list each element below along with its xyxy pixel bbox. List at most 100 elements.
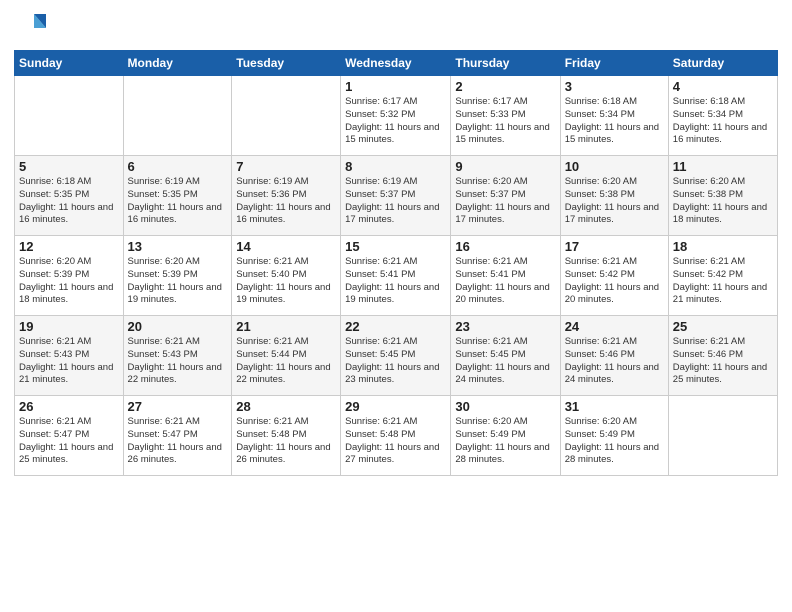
day-info: Sunrise: 6:21 AM Sunset: 5:44 PM Dayligh…	[236, 336, 336, 387]
day-number: 17	[565, 239, 664, 254]
calendar-cell: 14Sunrise: 6:21 AM Sunset: 5:40 PM Dayli…	[232, 236, 341, 316]
day-number: 27	[128, 399, 228, 414]
day-info: Sunrise: 6:18 AM Sunset: 5:34 PM Dayligh…	[673, 96, 773, 147]
calendar: SundayMondayTuesdayWednesdayThursdayFrid…	[14, 50, 778, 476]
day-number: 26	[19, 399, 119, 414]
calendar-cell	[123, 76, 232, 156]
calendar-cell	[15, 76, 124, 156]
day-info: Sunrise: 6:21 AM Sunset: 5:42 PM Dayligh…	[565, 256, 664, 307]
calendar-header-wednesday: Wednesday	[341, 51, 451, 76]
day-info: Sunrise: 6:21 AM Sunset: 5:48 PM Dayligh…	[236, 416, 336, 467]
day-info: Sunrise: 6:20 AM Sunset: 5:37 PM Dayligh…	[455, 176, 555, 227]
calendar-cell: 31Sunrise: 6:20 AM Sunset: 5:49 PM Dayli…	[560, 396, 668, 476]
day-info: Sunrise: 6:18 AM Sunset: 5:34 PM Dayligh…	[565, 96, 664, 147]
calendar-cell: 25 Sunrise: 6:21 AM Sunset: 5:46 PM Dayli…	[668, 316, 777, 396]
day-info: Sunrise: 6:21 AM Sunset: 5:47 PM Dayligh…	[19, 416, 119, 467]
day-number: 29	[345, 399, 446, 414]
calendar-cell: 9 Sunrise: 6:20 AM Sunset: 5:37 PM Daylig…	[451, 156, 560, 236]
day-number: 19	[19, 319, 119, 334]
calendar-cell: 13 Sunrise: 6:20 AM Sunset: 5:39 PM Dayli…	[123, 236, 232, 316]
calendar-cell: 12 Sunrise: 6:20 AM Sunset: 5:39 PM Dayli…	[15, 236, 124, 316]
day-number: 9	[455, 159, 555, 174]
day-number: 13	[128, 239, 228, 254]
day-info: Sunrise: 6:20 AM Sunset: 5:38 PM Dayligh…	[565, 176, 664, 227]
day-number: 7	[236, 159, 336, 174]
day-number: 3	[565, 79, 664, 94]
calendar-cell: 29 Sunrise: 6:21 AM Sunset: 5:48 PM Dayli…	[341, 396, 451, 476]
day-info: Sunrise: 6:20 AM Sunset: 5:39 PM Dayligh…	[128, 256, 228, 307]
day-number: 18	[673, 239, 773, 254]
calendar-cell: 22 Sunrise: 6:21 AM Sunset: 5:45 PM Dayli…	[341, 316, 451, 396]
day-number: 31	[565, 399, 664, 414]
day-number: 10	[565, 159, 664, 174]
day-info: Sunrise: 6:19 AM Sunset: 5:35 PM Dayligh…	[128, 176, 228, 227]
calendar-header-monday: Monday	[123, 51, 232, 76]
logo	[14, 10, 50, 42]
calendar-cell: 10 Sunrise: 6:20 AM Sunset: 5:38 PM Dayli…	[560, 156, 668, 236]
day-info: Sunrise: 6:17 AM Sunset: 5:32 PM Dayligh…	[345, 96, 446, 147]
day-info: Sunrise: 6:21 AM Sunset: 5:43 PM Dayligh…	[19, 336, 119, 387]
day-number: 20	[128, 319, 228, 334]
calendar-header-saturday: Saturday	[668, 51, 777, 76]
calendar-cell: 17 Sunrise: 6:21 AM Sunset: 5:42 PM Dayli…	[560, 236, 668, 316]
day-info: Sunrise: 6:21 AM Sunset: 5:43 PM Dayligh…	[128, 336, 228, 387]
calendar-header-sunday: Sunday	[15, 51, 124, 76]
day-number: 4	[673, 79, 773, 94]
day-info: Sunrise: 6:21 AM Sunset: 5:46 PM Dayligh…	[673, 336, 773, 387]
calendar-cell: 26 Sunrise: 6:21 AM Sunset: 5:47 PM Dayli…	[15, 396, 124, 476]
day-info: Sunrise: 6:21 AM Sunset: 5:48 PM Dayligh…	[345, 416, 446, 467]
calendar-week-row: 1Sunrise: 6:17 AM Sunset: 5:32 PM Daylig…	[15, 76, 778, 156]
day-info: Sunrise: 6:21 AM Sunset: 5:46 PM Dayligh…	[565, 336, 664, 387]
calendar-cell: 21 Sunrise: 6:21 AM Sunset: 5:44 PM Dayli…	[232, 316, 341, 396]
day-number: 5	[19, 159, 119, 174]
logo-icon	[14, 10, 46, 42]
calendar-cell: 27Sunrise: 6:21 AM Sunset: 5:47 PM Dayli…	[123, 396, 232, 476]
day-info: Sunrise: 6:21 AM Sunset: 5:45 PM Dayligh…	[455, 336, 555, 387]
day-info: Sunrise: 6:19 AM Sunset: 5:36 PM Dayligh…	[236, 176, 336, 227]
day-number: 2	[455, 79, 555, 94]
day-number: 15	[345, 239, 446, 254]
calendar-cell: 28 Sunrise: 6:21 AM Sunset: 5:48 PM Dayli…	[232, 396, 341, 476]
calendar-cell: 3 Sunrise: 6:18 AM Sunset: 5:34 PM Daylig…	[560, 76, 668, 156]
day-number: 16	[455, 239, 555, 254]
calendar-cell: 23Sunrise: 6:21 AM Sunset: 5:45 PM Dayli…	[451, 316, 560, 396]
day-info: Sunrise: 6:21 AM Sunset: 5:42 PM Dayligh…	[673, 256, 773, 307]
calendar-header-friday: Friday	[560, 51, 668, 76]
day-info: Sunrise: 6:20 AM Sunset: 5:38 PM Dayligh…	[673, 176, 773, 227]
calendar-cell: 2Sunrise: 6:17 AM Sunset: 5:33 PM Daylig…	[451, 76, 560, 156]
day-number: 30	[455, 399, 555, 414]
calendar-cell: 20 Sunrise: 6:21 AM Sunset: 5:43 PM Dayli…	[123, 316, 232, 396]
day-number: 28	[236, 399, 336, 414]
day-number: 21	[236, 319, 336, 334]
day-info: Sunrise: 6:21 AM Sunset: 5:45 PM Dayligh…	[345, 336, 446, 387]
calendar-cell: 1Sunrise: 6:17 AM Sunset: 5:32 PM Daylig…	[341, 76, 451, 156]
calendar-cell: 15 Sunrise: 6:21 AM Sunset: 5:41 PM Dayli…	[341, 236, 451, 316]
calendar-header-tuesday: Tuesday	[232, 51, 341, 76]
day-info: Sunrise: 6:19 AM Sunset: 5:37 PM Dayligh…	[345, 176, 446, 227]
calendar-cell: 11 Sunrise: 6:20 AM Sunset: 5:38 PM Dayli…	[668, 156, 777, 236]
day-info: Sunrise: 6:20 AM Sunset: 5:39 PM Dayligh…	[19, 256, 119, 307]
day-number: 6	[128, 159, 228, 174]
calendar-week-row: 19 Sunrise: 6:21 AM Sunset: 5:43 PM Dayli…	[15, 316, 778, 396]
calendar-cell: 7 Sunrise: 6:19 AM Sunset: 5:36 PM Daylig…	[232, 156, 341, 236]
calendar-cell: 19 Sunrise: 6:21 AM Sunset: 5:43 PM Dayli…	[15, 316, 124, 396]
day-number: 8	[345, 159, 446, 174]
calendar-header-thursday: Thursday	[451, 51, 560, 76]
calendar-cell: 24Sunrise: 6:21 AM Sunset: 5:46 PM Dayli…	[560, 316, 668, 396]
calendar-week-row: 26 Sunrise: 6:21 AM Sunset: 5:47 PM Dayli…	[15, 396, 778, 476]
calendar-cell: 30 Sunrise: 6:20 AM Sunset: 5:49 PM Dayli…	[451, 396, 560, 476]
calendar-cell	[232, 76, 341, 156]
calendar-cell: 6 Sunrise: 6:19 AM Sunset: 5:35 PM Daylig…	[123, 156, 232, 236]
day-number: 11	[673, 159, 773, 174]
day-info: Sunrise: 6:21 AM Sunset: 5:41 PM Dayligh…	[345, 256, 446, 307]
header	[14, 10, 778, 42]
day-info: Sunrise: 6:18 AM Sunset: 5:35 PM Dayligh…	[19, 176, 119, 227]
calendar-week-row: 5 Sunrise: 6:18 AM Sunset: 5:35 PM Daylig…	[15, 156, 778, 236]
day-number: 14	[236, 239, 336, 254]
day-info: Sunrise: 6:20 AM Sunset: 5:49 PM Dayligh…	[455, 416, 555, 467]
calendar-cell: 8 Sunrise: 6:19 AM Sunset: 5:37 PM Daylig…	[341, 156, 451, 236]
page: SundayMondayTuesdayWednesdayThursdayFrid…	[0, 0, 792, 612]
day-number: 22	[345, 319, 446, 334]
day-number: 25	[673, 319, 773, 334]
day-number: 12	[19, 239, 119, 254]
